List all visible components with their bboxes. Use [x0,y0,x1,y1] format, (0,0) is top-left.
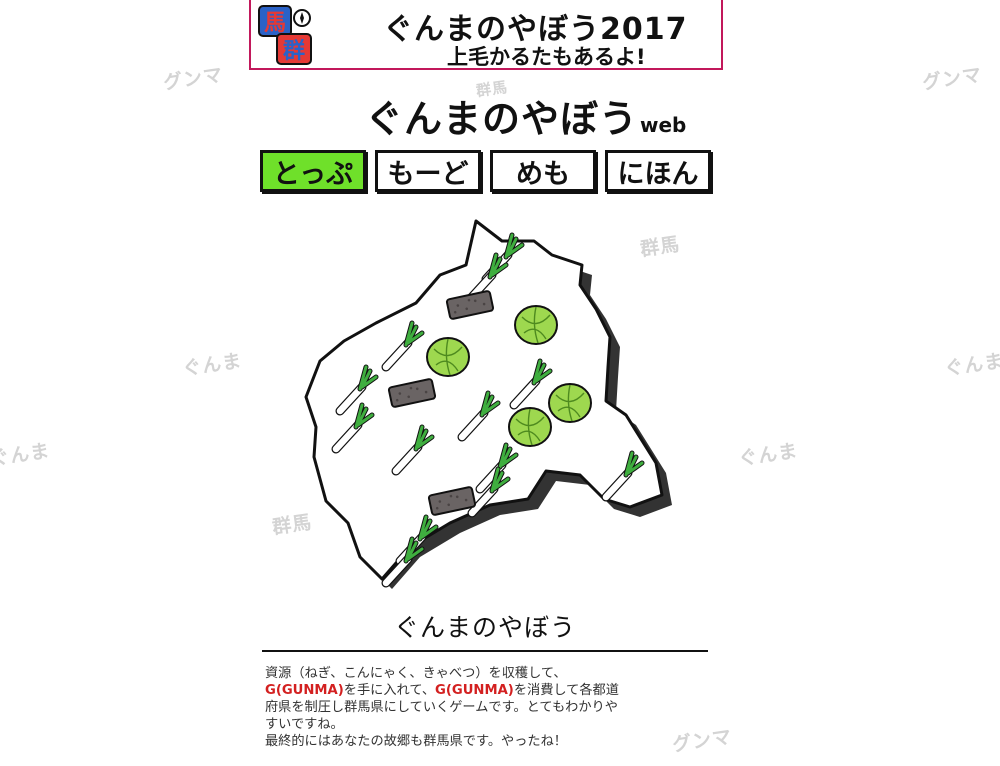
banner-subtitle: 上毛かるたもあるよ! [447,45,646,69]
site-title: ぐんまのやぼう web [365,88,686,143]
gunma-logo-icon: 馬 群 [258,5,312,65]
gunma-highlight: G(GUNMA) [265,683,344,698]
nav-memo-button[interactable]: めも [490,150,596,192]
gunma-highlight: G(GUNMA) [435,683,514,698]
main-nav: とっぷ もーど めも にほん [260,150,711,192]
gunma-map-illustration [304,219,672,589]
nav-top-button[interactable]: とっぷ [260,150,366,192]
description-text: を手に入れて、 [343,683,436,698]
description-line: すいですね。 [265,717,344,732]
nav-japan-button[interactable]: にほん [605,150,711,192]
watermark: ぐんま [736,439,800,471]
watermark: ぐんま [942,349,1000,381]
description-title: ぐんまのやぼう [393,613,576,642]
watermark: ぐんま [0,439,52,471]
description-text: を消費して各都道 [513,683,619,698]
description-line: G(GUNMA)を手に入れて、G(GUNMA)を消費して各都道 [265,682,713,699]
page: グンマ グンマ 群馬 ぐんま ぐんま ぐんま ぐんま 群馬 グンマ 群馬 馬 群… [0,0,1000,766]
description-body: 資源（ねぎ、こんにゃく、きゃべつ）を収穫して、 G(GUNMA)を手に入れて、G… [265,665,713,750]
svg-text:群: 群 [283,38,305,64]
site-title-main: ぐんまのやぼう [365,97,639,141]
watermark: ぐんま [180,349,244,381]
svg-text:馬: 馬 [264,11,286,36]
description-line: 最終的にはあなたの故郷も群馬県です。やったね！ [265,734,567,749]
site-title-suffix: web [640,113,687,137]
description-line: 資源（ねぎ、こんにゃく、きゃべつ）を収穫して、 [265,666,567,681]
watermark: グンマ [920,63,984,95]
description-line: 府県を制圧し群馬県にしていくゲームです。とてもわかりや [265,700,618,715]
nav-mode-button[interactable]: もーど [375,150,481,192]
watermark: グンマ [161,63,225,95]
description-divider [262,650,708,652]
top-banner[interactable]: 馬 群 ぐんまのやぼう2017 上毛かるたもあるよ! [249,0,723,70]
